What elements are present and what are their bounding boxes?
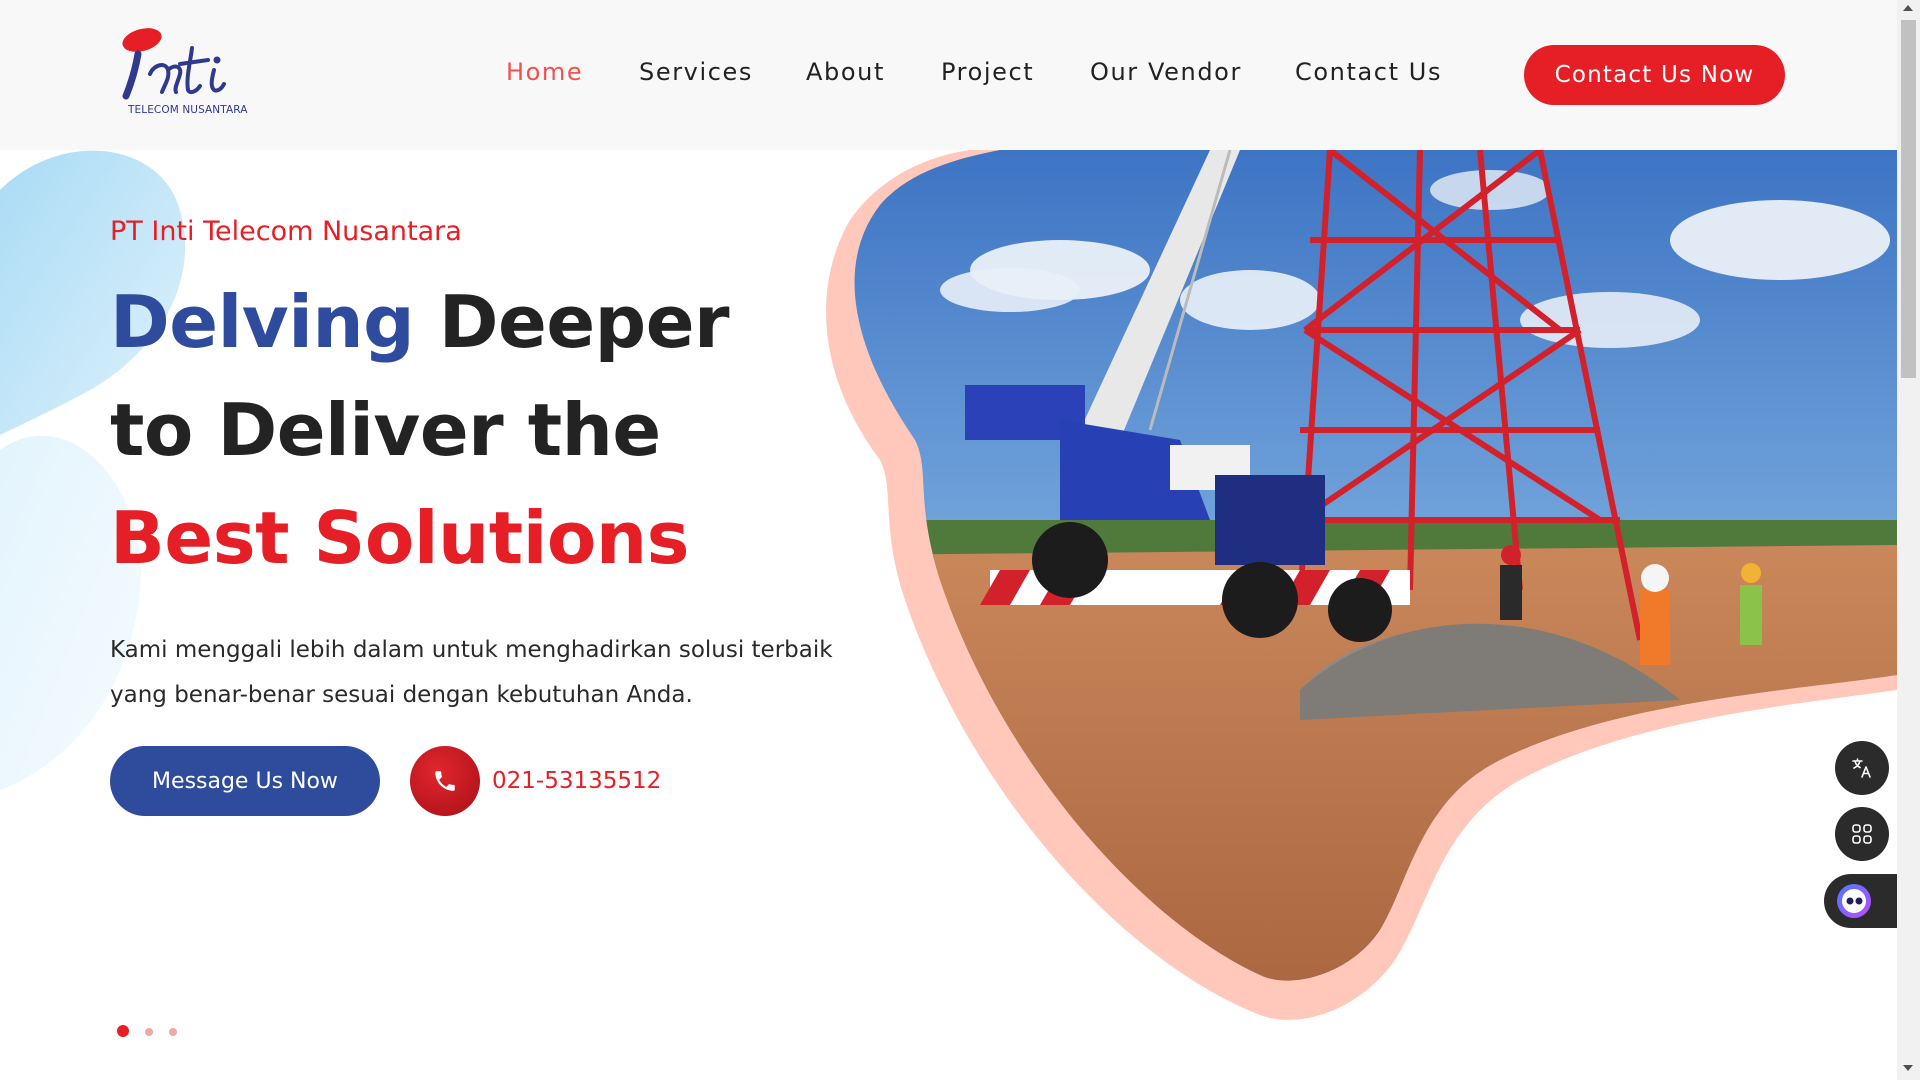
nav-about[interactable]: About: [806, 58, 885, 86]
contact-us-now-button[interactable]: Contact Us Now: [1524, 45, 1785, 105]
logo-mark-icon: [122, 28, 226, 100]
phone-button[interactable]: [410, 746, 480, 816]
headline-rest: Deeper: [414, 280, 730, 364]
phone-number[interactable]: 021-53135512: [492, 768, 661, 794]
apps-button[interactable]: [1835, 807, 1889, 861]
slider-dot-3[interactable]: [169, 1028, 177, 1036]
brand-logo[interactable]: TELECOM NUSANTARA: [116, 26, 256, 122]
apps-icon: [1852, 824, 1872, 844]
slider-dot-2[interactable]: [145, 1028, 153, 1036]
headline-highlight: Delving: [110, 280, 415, 364]
phone-icon: [435, 771, 455, 791]
message-us-now-button[interactable]: Message Us Now: [110, 746, 380, 816]
nav-project[interactable]: Project: [941, 58, 1034, 86]
chat-bot-icon: [1837, 884, 1871, 918]
scrollbar-thumb[interactable]: [1901, 20, 1916, 378]
hero-description: Kami menggali lebih dalam untuk menghadi…: [110, 637, 833, 708]
scroll-down-arrow-icon[interactable]: [1903, 1065, 1913, 1071]
nav-services[interactable]: Services: [639, 58, 753, 86]
hero-headline-line-2: to Deliver the: [110, 388, 661, 472]
chat-bot-button[interactable]: [1824, 874, 1897, 928]
page: TELECOM NUSANTARA Home Services About Pr…: [0, 0, 1897, 1080]
nav-contact-us[interactable]: Contact Us: [1295, 58, 1442, 86]
hero-headline-line-1: Delving Deeper: [110, 280, 730, 364]
translate-button[interactable]: [1835, 741, 1889, 795]
hero-headline-line-3: Best Solutions: [110, 496, 689, 580]
logo-subtitle: TELECOM NUSANTARA: [128, 104, 248, 116]
nav-home[interactable]: Home: [506, 58, 583, 86]
scroll-up-arrow-icon[interactable]: [1903, 5, 1913, 11]
page-scrollbar[interactable]: [1897, 0, 1920, 1080]
site-header: TELECOM NUSANTARA Home Services About Pr…: [0, 0, 1897, 150]
hero-eyebrow: PT Inti Telecom Nusantara: [110, 216, 462, 247]
translate-icon: [1852, 758, 1871, 778]
slider-dot-1[interactable]: [117, 1025, 129, 1037]
nav-our-vendor[interactable]: Our Vendor: [1090, 58, 1242, 86]
